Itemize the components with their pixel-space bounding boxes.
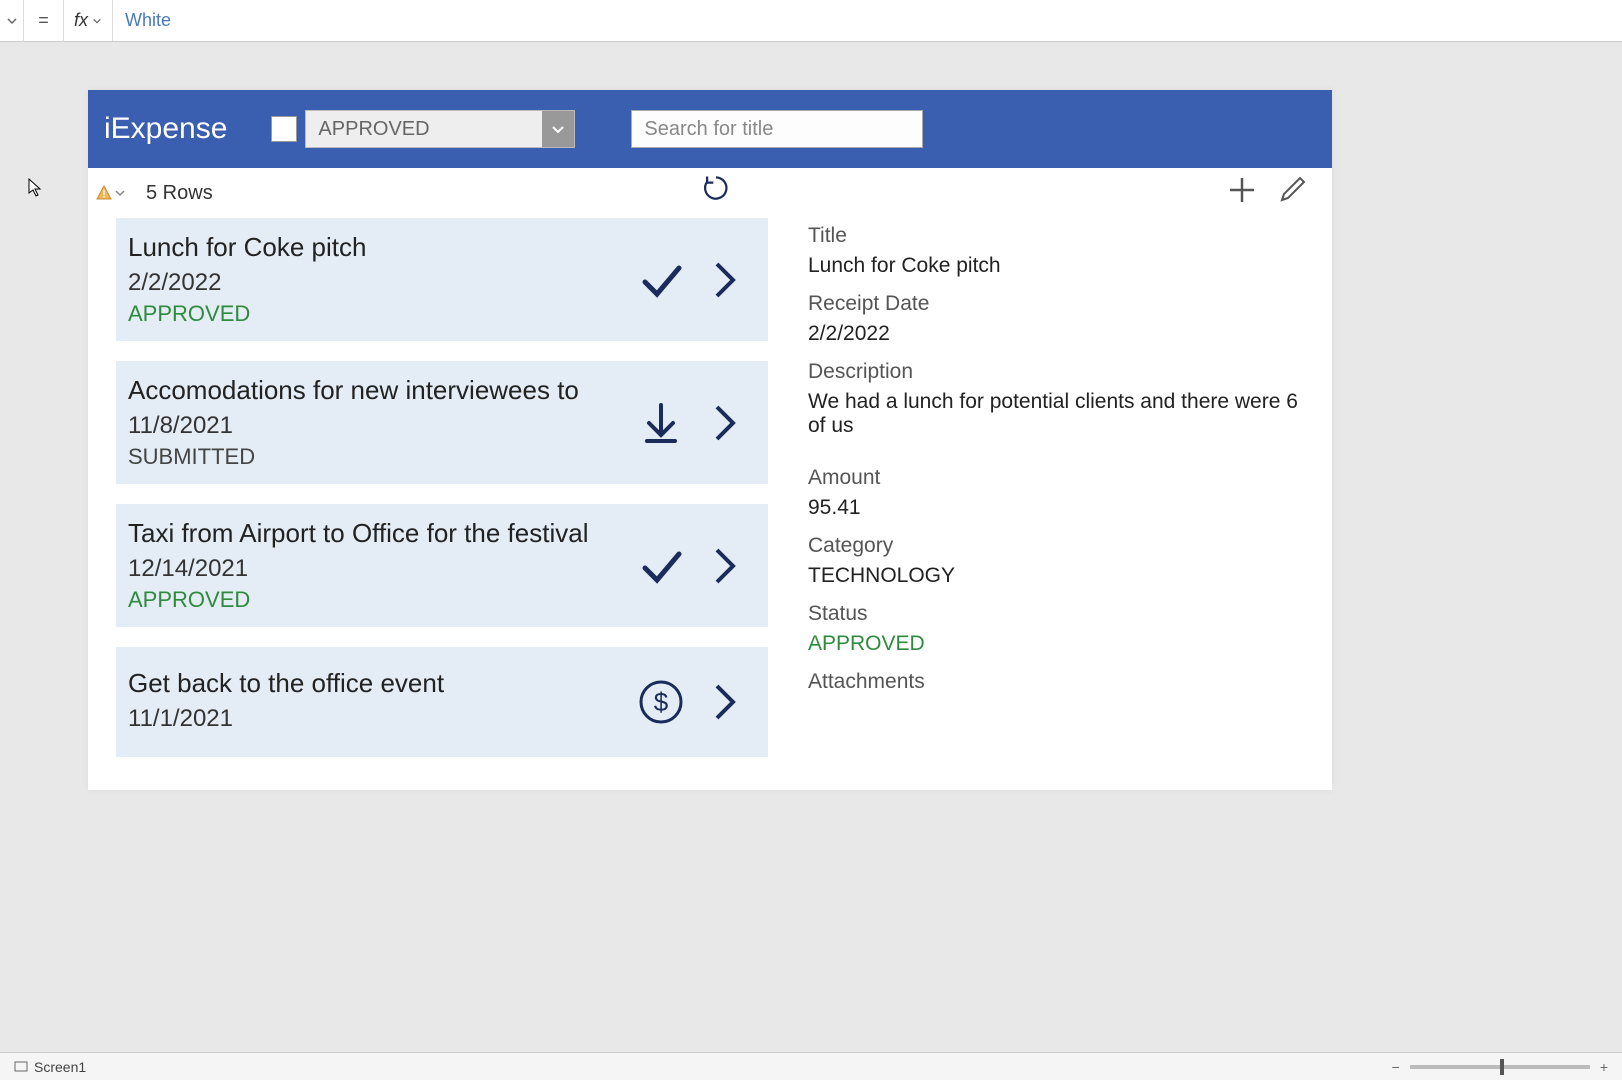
list-item[interactable]: Accomodations for new interviewees to 11/… [116,361,768,484]
check-icon [634,539,688,593]
status-select-value: APPROVED [318,118,429,141]
detail-pane: Title Lunch for Coke pitch Receipt Date … [768,168,1332,790]
chevron-down-icon [542,111,574,147]
field-label-attach: Attachments [808,670,1300,694]
item-title: Taxi from Airport to Office for the fest… [128,518,634,549]
field-value-desc: We had a lunch for potential clients and… [808,390,1300,438]
field-label-category: Category [808,534,1300,558]
search-input[interactable]: Search for title [631,110,923,148]
field-value-status: APPROVED [808,632,1300,656]
zoom-in-button[interactable]: + [1600,1059,1608,1075]
add-button[interactable] [1226,174,1258,206]
field-label-desc: Description [808,360,1300,384]
search-placeholder: Search for title [644,118,773,141]
field-value-date: 2/2/2022 [808,322,1300,346]
edit-button[interactable] [1276,174,1308,206]
screen-icon [14,1060,28,1074]
field-label-title: Title [808,224,1300,248]
field-label-date: Receipt Date [808,292,1300,316]
check-icon [634,253,688,307]
svg-text:$: $ [654,687,669,717]
status-select[interactable]: APPROVED [305,110,575,148]
formula-bar: = fx [0,0,1622,42]
field-value-title: Lunch for Coke pitch [808,254,1300,278]
field-value-category: TECHNOLOGY [808,564,1300,588]
detail-fields[interactable]: Title Lunch for Coke pitch Receipt Date … [808,224,1312,764]
chevron-right-icon[interactable] [698,253,752,307]
zoom-slider[interactable] [1410,1065,1590,1069]
zoom-controls: − + [1392,1059,1608,1075]
zoom-out-button[interactable]: − [1392,1059,1400,1075]
rows-count: 5 Rows [146,182,213,205]
formula-input[interactable] [113,0,1622,41]
download-icon [634,396,688,450]
item-title: Accomodations for new interviewees to [128,375,634,406]
item-title: Lunch for Coke pitch [128,232,634,263]
chevron-down-icon[interactable] [114,187,126,199]
canvas-area: iExpense APPROVED Search for title [0,42,1622,1042]
item-status: SUBMITTED [128,444,634,470]
list-item[interactable]: Taxi from Airport to Office for the fest… [116,504,768,627]
warning-icon [96,185,112,201]
filter-checkbox[interactable] [271,116,297,142]
chevron-right-icon[interactable] [698,675,752,729]
list-pane: 5 Rows Lunch for Coke pitch 2/2/2022 APPRO… [88,168,768,790]
item-date: 2/2/2022 [128,269,634,297]
filter-group: APPROVED [271,110,575,148]
list-item[interactable]: Get back to the office event 11/1/2021 $ [116,647,768,757]
item-status: APPROVED [128,587,634,613]
item-title: Get back to the office event [128,668,634,699]
chevron-right-icon[interactable] [698,396,752,450]
list-item[interactable]: Lunch for Coke pitch 2/2/2022 APPROVED [116,218,768,341]
field-value-amount: 95.41 [808,496,1300,520]
chevron-down-icon [92,16,102,26]
equals-button[interactable]: = [24,0,64,42]
dollar-icon: $ [634,675,688,729]
refresh-button[interactable] [700,172,736,208]
item-date: 11/8/2021 [128,412,634,440]
chevron-right-icon[interactable] [698,539,752,593]
field-label-status: Status [808,602,1300,626]
app-title: iExpense [104,112,227,146]
item-date: 12/14/2021 [128,555,634,583]
app-body: 5 Rows Lunch for Coke pitch 2/2/2022 APPRO… [88,168,1332,790]
cursor-icon [28,178,42,198]
app-header: iExpense APPROVED Search for title [88,90,1332,168]
list-header: 5 Rows [88,168,768,218]
fx-label[interactable]: fx [64,0,113,41]
screen-name[interactable]: Screen1 [34,1059,86,1075]
list-scroll[interactable]: Lunch for Coke pitch 2/2/2022 APPROVED Acco… [88,218,768,790]
item-date: 11/1/2021 [128,705,634,733]
item-status: APPROVED [128,301,634,327]
app-canvas: iExpense APPROVED Search for title [88,90,1332,790]
detail-actions [1226,174,1308,206]
field-label-amount: Amount [808,466,1300,490]
property-dropdown[interactable] [0,0,24,42]
status-bar: Screen1 − + [0,1052,1622,1080]
fx-text: fx [74,10,88,31]
